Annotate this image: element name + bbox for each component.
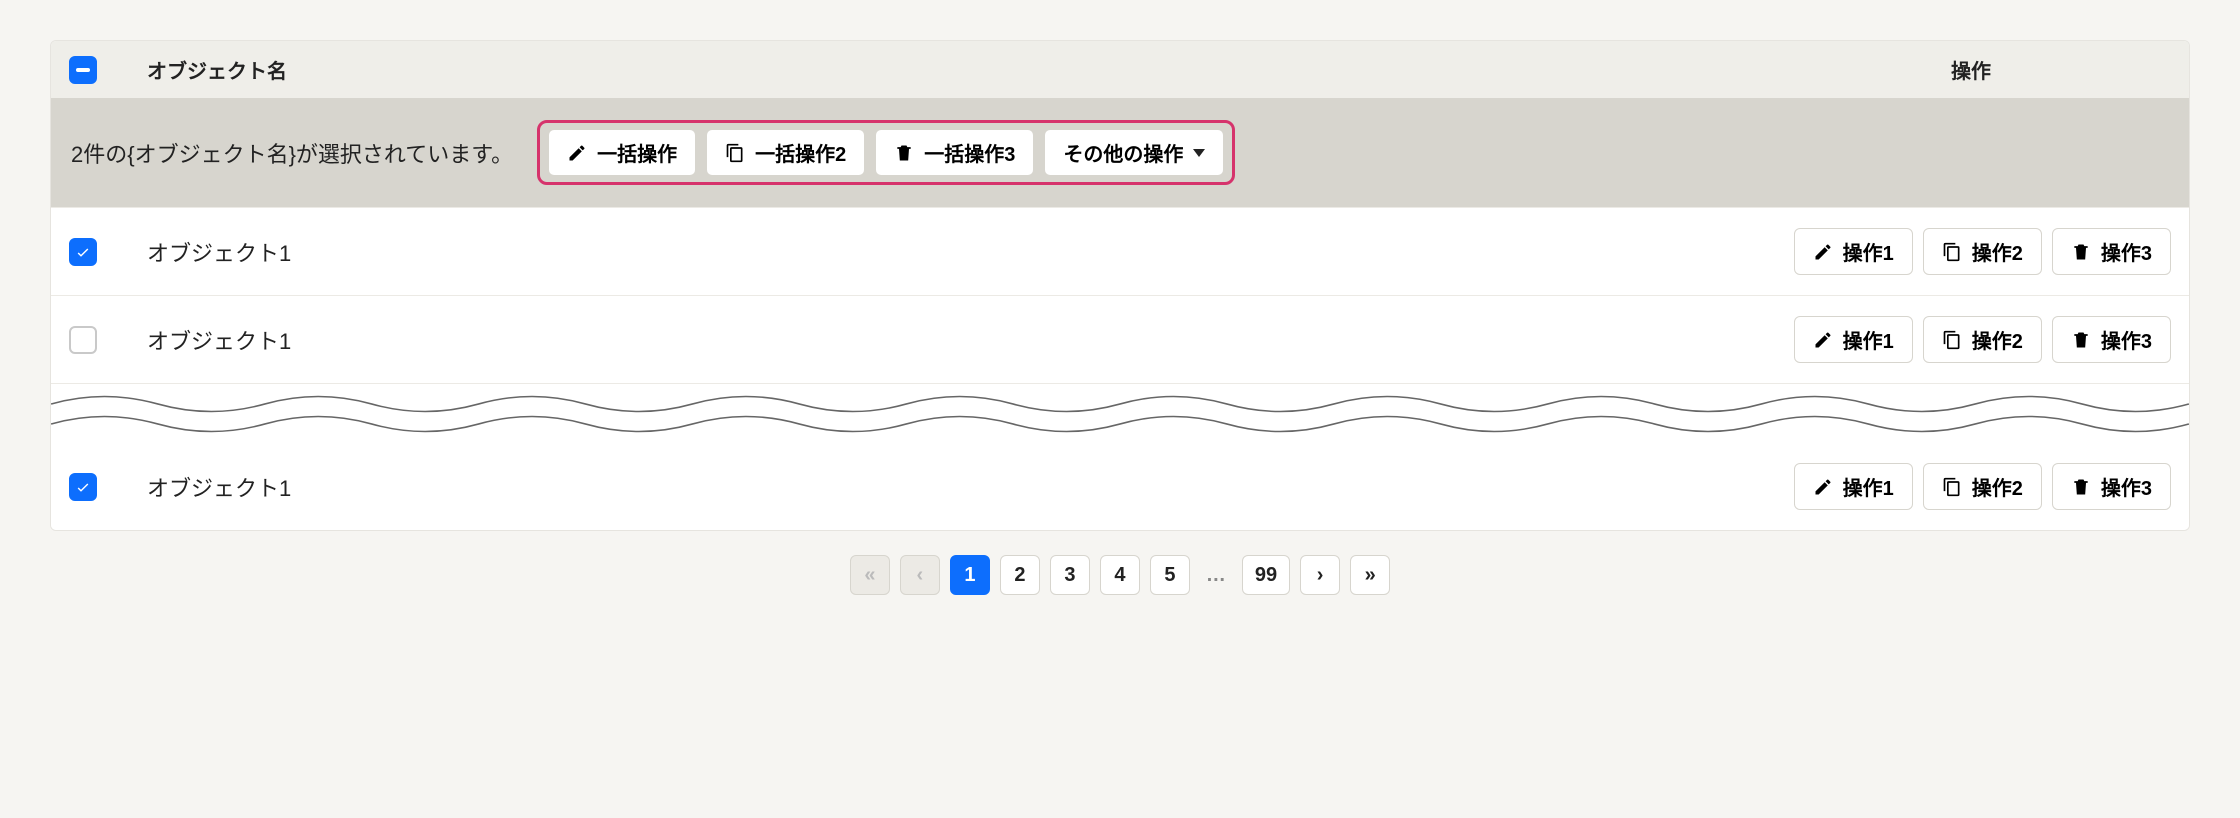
bulk-copy-button[interactable]: 一括操作2 <box>706 129 865 176</box>
pencil-icon <box>567 143 587 163</box>
copy-icon <box>1942 330 1962 350</box>
page-ellipsis: … <box>1200 564 1232 587</box>
page-number-button[interactable]: 99 <box>1242 555 1290 595</box>
row-label: オブジェクト1 <box>147 236 1744 268</box>
page-number-button[interactable]: 1 <box>950 555 990 595</box>
trash-icon <box>2071 477 2091 497</box>
bulk-action-bar: 2件の{オブジェクト名}が選択されています。 一括操作 一括操作2 一括操作3 … <box>51 98 2189 207</box>
row-copy-button[interactable]: 操作2 <box>1923 463 2042 510</box>
table-row: オブジェクト1 操作1 操作2 操作3 <box>51 207 2189 295</box>
pagination: « ‹ 1 2 3 4 5 … 99 › » <box>50 531 2190 595</box>
copy-icon <box>1942 242 1962 262</box>
bulk-copy-label: 一括操作2 <box>755 138 846 167</box>
page-number-button[interactable]: 5 <box>1150 555 1190 595</box>
page-prev-button[interactable]: ‹ <box>900 555 940 595</box>
row-actions: 操作1 操作2 操作3 <box>1794 316 2171 363</box>
row-delete-button[interactable]: 操作3 <box>2052 316 2171 363</box>
table-header: オブジェクト名 操作 <box>51 41 2189 98</box>
bulk-edit-button[interactable]: 一括操作 <box>548 129 696 176</box>
trash-icon <box>2071 242 2091 262</box>
page-first-button[interactable]: « <box>850 555 890 595</box>
page-number-button[interactable]: 4 <box>1100 555 1140 595</box>
chevron-down-icon <box>1193 149 1205 157</box>
page-last-button[interactable]: » <box>1350 555 1390 595</box>
row-delete-button[interactable]: 操作3 <box>2052 463 2171 510</box>
table-row: オブジェクト1 操作1 操作2 操作3 <box>51 295 2189 383</box>
copy-icon <box>1942 477 1962 497</box>
table-row: オブジェクト1 操作1 操作2 操作3 <box>51 443 2189 530</box>
row-edit-button[interactable]: 操作1 <box>1794 463 1913 510</box>
row-copy-button[interactable]: 操作2 <box>1923 228 2042 275</box>
bulk-delete-label: 一括操作3 <box>924 138 1015 167</box>
row-label: オブジェクト1 <box>147 324 1744 356</box>
page-next-button[interactable]: › <box>1300 555 1340 595</box>
bulk-delete-button[interactable]: 一括操作3 <box>875 129 1034 176</box>
copy-icon <box>725 143 745 163</box>
pencil-icon <box>1813 242 1833 262</box>
column-header-name: オブジェクト名 <box>147 55 1721 84</box>
row-checkbox[interactable] <box>69 238 97 266</box>
row-edit-button[interactable]: 操作1 <box>1794 228 1913 275</box>
page-number-button[interactable]: 3 <box>1050 555 1090 595</box>
bulk-edit-label: 一括操作 <box>597 138 677 167</box>
row-edit-button[interactable]: 操作1 <box>1794 316 1913 363</box>
row-copy-button[interactable]: 操作2 <box>1923 316 2042 363</box>
row-label: オブジェクト1 <box>147 471 1744 503</box>
pencil-icon <box>1813 477 1833 497</box>
row-actions: 操作1 操作2 操作3 <box>1794 463 2171 510</box>
truncated-rows-indicator <box>51 383 2189 443</box>
bulk-more-button[interactable]: その他の操作 <box>1044 129 1224 176</box>
bulk-more-label: その他の操作 <box>1063 138 1183 167</box>
row-actions: 操作1 操作2 操作3 <box>1794 228 2171 275</box>
trash-icon <box>894 143 914 163</box>
row-checkbox[interactable] <box>69 326 97 354</box>
page-number-button[interactable]: 2 <box>1000 555 1040 595</box>
bulk-actions-highlight: 一括操作 一括操作2 一括操作3 その他の操作 <box>537 120 1235 185</box>
column-header-actions: 操作 <box>1771 55 2171 84</box>
select-all-checkbox[interactable] <box>69 56 97 84</box>
data-table: オブジェクト名 操作 2件の{オブジェクト名}が選択されています。 一括操作 一… <box>50 40 2190 531</box>
pencil-icon <box>1813 330 1833 350</box>
row-delete-button[interactable]: 操作3 <box>2052 228 2171 275</box>
bulk-selection-message: 2件の{オブジェクト名}が選択されています。 <box>71 137 513 169</box>
trash-icon <box>2071 330 2091 350</box>
row-checkbox[interactable] <box>69 473 97 501</box>
